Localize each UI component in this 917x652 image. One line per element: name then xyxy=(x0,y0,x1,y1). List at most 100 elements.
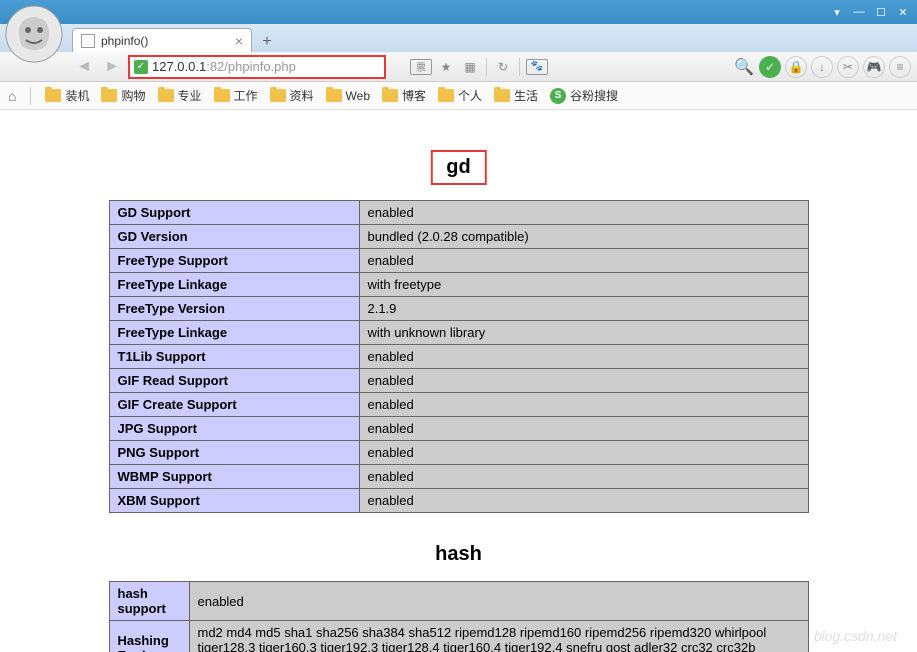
toolbar-icons: 票 ★ ▦ ↻ 🐾 xyxy=(410,58,548,76)
new-tab-button[interactable]: + xyxy=(256,32,278,52)
url-text: 127.0.0.1:82/phpinfo.php xyxy=(152,59,296,74)
table-key: T1Lib Support xyxy=(109,345,359,369)
gd-table: GD SupportenabledGD Versionbundled (2.0.… xyxy=(109,200,809,513)
bookmark-item[interactable]: 生活 xyxy=(494,87,538,104)
table-row: FreeType Linkagewith unknown library xyxy=(109,321,808,345)
table-value: enabled xyxy=(189,582,808,621)
folder-icon xyxy=(270,89,286,102)
bookmark-label: 谷粉搜搜 xyxy=(570,87,618,104)
table-row: FreeType Version2.1.9 xyxy=(109,297,808,321)
bookmark-item[interactable]: S谷粉搜搜 xyxy=(550,87,618,104)
qr-icon[interactable]: ▦ xyxy=(460,58,480,76)
right-toolbar: 🔍 ✓ 🔒 ↓ ✂ 🎮 ≡ xyxy=(733,56,911,78)
table-value: enabled xyxy=(359,393,808,417)
table-key: XBM Support xyxy=(109,489,359,513)
table-value: enabled xyxy=(359,201,808,225)
folder-icon xyxy=(382,89,398,102)
ticket-icon[interactable]: 票 xyxy=(410,59,432,75)
table-value: enabled xyxy=(359,369,808,393)
table-row: WBMP Supportenabled xyxy=(109,465,808,489)
bookmark-item[interactable]: 个人 xyxy=(438,87,482,104)
table-row: GIF Create Supportenabled xyxy=(109,393,808,417)
paw-icon[interactable]: 🐾 xyxy=(526,59,548,75)
table-key: GIF Read Support xyxy=(109,369,359,393)
page-icon xyxy=(81,34,95,48)
folder-icon xyxy=(326,89,342,102)
secure-icon: ✓ xyxy=(134,60,148,74)
lock-icon[interactable]: 🔒 xyxy=(785,56,807,78)
tab-bar: phpinfo() × + xyxy=(0,24,917,52)
folder-icon xyxy=(101,89,117,102)
minimize-button[interactable]: — xyxy=(849,4,869,20)
folder-icon xyxy=(45,89,61,102)
bookmark-label: 博客 xyxy=(402,87,426,104)
browser-logo xyxy=(2,2,66,66)
page-content: gd GD SupportenabledGD Versionbundled (2… xyxy=(0,110,917,652)
bookmark-label: 生活 xyxy=(514,87,538,104)
navigation-bar: ◄ ► ✓ 127.0.0.1:82/phpinfo.php 票 ★ ▦ ↻ 🐾… xyxy=(0,52,917,82)
bookmark-item[interactable]: 装机 xyxy=(45,87,89,104)
close-tab-icon[interactable]: × xyxy=(235,33,243,49)
table-value: enabled xyxy=(359,465,808,489)
star-icon[interactable]: ★ xyxy=(436,58,456,76)
search-icon[interactable]: 🔍 xyxy=(733,56,755,78)
divider xyxy=(519,58,520,76)
table-key: hash support xyxy=(109,582,189,621)
reload-icon[interactable]: ↻ xyxy=(493,58,513,76)
divider xyxy=(30,87,31,105)
bookmark-label: 个人 xyxy=(458,87,482,104)
table-value: md2 md4 md5 sha1 sha256 sha384 sha512 ri… xyxy=(189,621,808,652)
table-value: enabled xyxy=(359,417,808,441)
table-row: GIF Read Supportenabled xyxy=(109,369,808,393)
bookmark-label: 装机 xyxy=(65,87,89,104)
bookmark-item[interactable]: 工作 xyxy=(214,87,258,104)
divider xyxy=(486,58,487,76)
hash-table: hash supportenabledHashing Enginesmd2 md… xyxy=(109,581,809,652)
close-window-button[interactable]: ✕ xyxy=(893,4,913,20)
folder-icon xyxy=(494,89,510,102)
folder-icon xyxy=(438,89,454,102)
download-icon[interactable]: ↓ xyxy=(811,56,833,78)
bookmark-item[interactable]: 资料 xyxy=(270,87,314,104)
gamepad-icon[interactable]: 🎮 xyxy=(863,56,885,78)
bookmark-item[interactable]: 博客 xyxy=(382,87,426,104)
status-icon[interactable]: ✓ xyxy=(759,56,781,78)
bookmark-bar: ⌂ 装机 购物 专业工作 资料 Web 博客 个人 生活 S谷粉搜搜 xyxy=(0,82,917,110)
table-value: bundled (2.0.28 compatible) xyxy=(359,225,808,249)
bookmark-label: 专业 xyxy=(178,87,202,104)
bookmark-label: 购物 xyxy=(121,87,145,104)
bookmark-label: 资料 xyxy=(290,87,314,104)
forward-button[interactable]: ► xyxy=(100,55,124,79)
tab-title: phpinfo() xyxy=(101,34,148,48)
screenshot-icon[interactable]: ✂ xyxy=(837,56,859,78)
table-key: PNG Support xyxy=(109,441,359,465)
bookmark-item[interactable]: 专业 xyxy=(158,87,202,104)
address-bar[interactable]: ✓ 127.0.0.1:82/phpinfo.php xyxy=(128,55,386,79)
table-key: FreeType Support xyxy=(109,249,359,273)
window-titlebar: ▾ — ☐ ✕ xyxy=(0,0,917,24)
menu-icon[interactable]: ≡ xyxy=(889,56,911,78)
back-button[interactable]: ◄ xyxy=(72,55,96,79)
table-value: with freetype xyxy=(359,273,808,297)
table-key: FreeType Version xyxy=(109,297,359,321)
table-value: enabled xyxy=(359,249,808,273)
table-key: GD Version xyxy=(109,225,359,249)
folder-icon xyxy=(214,89,230,102)
home-button[interactable]: ⌂ xyxy=(8,88,16,104)
bookmark-item[interactable]: Web xyxy=(326,87,370,104)
table-key: FreeType Linkage xyxy=(109,273,359,297)
table-key: GD Support xyxy=(109,201,359,225)
dropdown-icon[interactable]: ▾ xyxy=(827,4,847,20)
table-row: FreeType Supportenabled xyxy=(109,249,808,273)
table-row: T1Lib Supportenabled xyxy=(109,345,808,369)
home-icon: ⌂ xyxy=(8,88,16,104)
browser-tab[interactable]: phpinfo() × xyxy=(72,28,252,52)
table-row: JPG Supportenabled xyxy=(109,417,808,441)
maximize-button[interactable]: ☐ xyxy=(871,4,891,20)
section-title-gd: gd xyxy=(430,150,486,185)
table-key: FreeType Linkage xyxy=(109,321,359,345)
table-value: enabled xyxy=(359,441,808,465)
table-value: 2.1.9 xyxy=(359,297,808,321)
bookmark-item[interactable]: 购物 xyxy=(101,87,145,104)
folder-icon xyxy=(158,89,174,102)
